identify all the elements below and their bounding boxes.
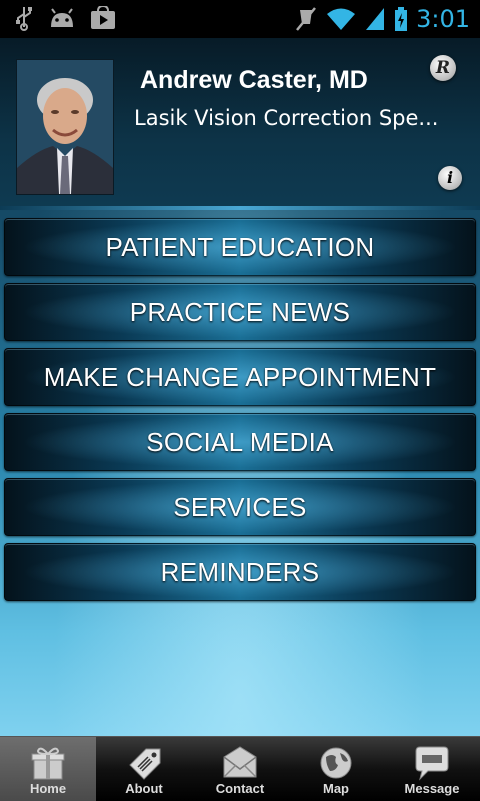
signal-icon: [366, 8, 385, 30]
patient-education-button[interactable]: PATIENT EDUCATION: [4, 218, 476, 276]
tab-contact[interactable]: Contact: [192, 737, 288, 801]
social-media-button[interactable]: SOCIAL MEDIA: [4, 413, 476, 471]
r-badge-icon[interactable]: R: [430, 55, 456, 81]
tag-icon: [129, 748, 161, 780]
gift-icon: [31, 747, 65, 780]
tab-message[interactable]: Message: [384, 737, 480, 801]
tab-home[interactable]: Home: [0, 737, 96, 801]
battery-icon: [395, 7, 408, 31]
android-icon: [51, 8, 73, 27]
chat-bubble-icon: [415, 746, 449, 781]
main-area: Andrew Caster, MD Lasik Vision Correctio…: [0, 38, 480, 736]
reminders-button[interactable]: REMINDERS: [4, 543, 476, 601]
services-button[interactable]: SERVICES: [4, 478, 476, 536]
status-bar: 3:01: [0, 0, 480, 38]
bottom-tab-bar: Home About Contact Map Message: [0, 736, 480, 801]
globe-icon: [320, 747, 352, 779]
doctor-name: Andrew Caster, MD: [140, 66, 368, 94]
tab-map[interactable]: Map: [288, 737, 384, 801]
tab-label: Message: [404, 781, 460, 796]
header-divider: [0, 206, 480, 210]
practice-news-button[interactable]: PRACTICE NEWS: [4, 283, 476, 341]
info-icon[interactable]: i: [438, 166, 462, 190]
play-store-icon: [91, 6, 115, 29]
doctor-photo: [16, 59, 114, 195]
tab-about[interactable]: About: [96, 737, 192, 801]
doctor-specialty: Lasik Vision Correction Spe...: [134, 106, 439, 130]
make-change-appointment-button[interactable]: MAKE CHANGE APPOINTMENT: [4, 348, 476, 406]
tab-label: About: [125, 781, 163, 796]
usb-icon: [16, 7, 32, 31]
wifi-icon: [327, 8, 356, 30]
tab-label: Map: [323, 781, 349, 796]
clock: 3:01: [416, 5, 470, 33]
mute-icon: [296, 7, 317, 31]
envelope-icon: [223, 746, 257, 778]
tab-label: Home: [29, 781, 67, 796]
profile-header: Andrew Caster, MD Lasik Vision Correctio…: [0, 38, 480, 210]
tab-label: Contact: [215, 781, 265, 796]
